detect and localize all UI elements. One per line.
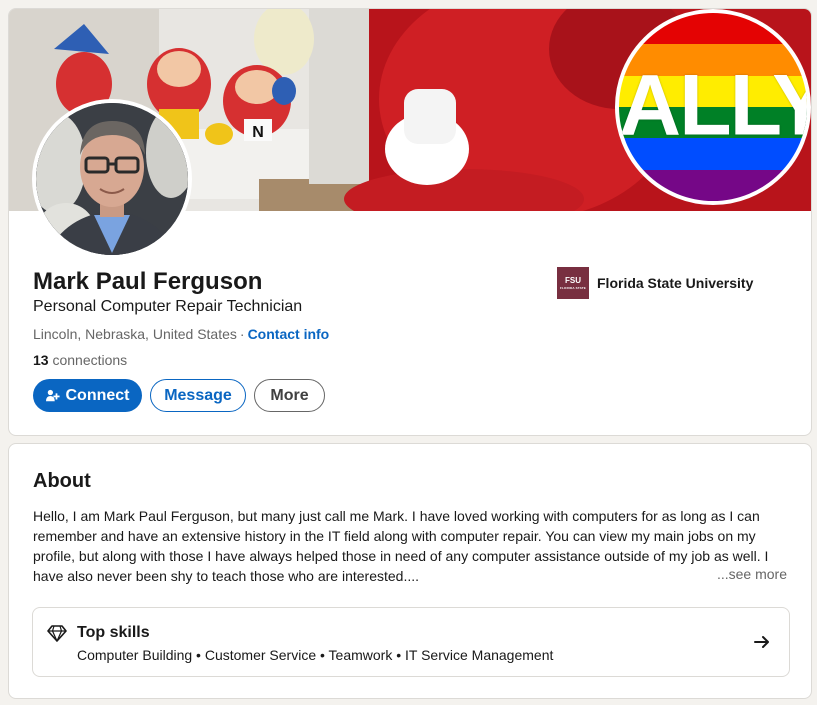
arrow-right-icon[interactable] bbox=[753, 633, 771, 651]
ally-badge: ALLY bbox=[615, 9, 811, 205]
avatar-photo bbox=[36, 103, 188, 255]
ally-stripe bbox=[619, 169, 807, 201]
about-heading: About bbox=[33, 470, 91, 492]
location-line: Lincoln, Nebraska, United States · Contact… bbox=[33, 326, 329, 342]
contact-info-link[interactable]: Contact info bbox=[248, 326, 330, 342]
fsu-logo-subtext: FLORIDA STATE bbox=[559, 285, 587, 290]
profile-card: N ALLY Mark Paul Ferguson Personal Compu… bbox=[8, 8, 812, 436]
noid-letter: N bbox=[252, 124, 264, 141]
top-skills-box[interactable]: Top skills Computer Building • Customer … bbox=[32, 607, 790, 677]
profile-avatar[interactable] bbox=[32, 99, 192, 259]
school-name: Florida State University bbox=[597, 275, 754, 291]
person-add-icon bbox=[45, 389, 60, 401]
connections-count: 13 bbox=[33, 352, 49, 368]
diamond-icon bbox=[47, 625, 67, 642]
location-separator: · bbox=[239, 326, 245, 342]
about-card: About Hello, I am Mark Paul Ferguson, bu… bbox=[8, 443, 812, 699]
ally-stripe bbox=[619, 13, 807, 45]
top-skills-list: Computer Building • Customer Service • T… bbox=[77, 647, 554, 663]
see-more-link[interactable]: ...see more bbox=[712, 566, 787, 582]
connect-label: Connect bbox=[65, 386, 130, 404]
top-skills-title: Top skills bbox=[77, 624, 150, 641]
about-text: Hello, I am Mark Paul Ferguson, but many… bbox=[33, 508, 769, 584]
message-label: Message bbox=[164, 386, 232, 404]
ally-badge-text: ALLY bbox=[619, 57, 811, 154]
profile-location: Lincoln, Nebraska, United States bbox=[33, 326, 237, 342]
education-link[interactable]: FSU FLORIDA STATE Florida State Universi… bbox=[557, 267, 753, 299]
more-label: More bbox=[270, 386, 309, 404]
fsu-logo-text: FSU bbox=[565, 275, 581, 285]
connect-button[interactable]: Connect bbox=[33, 379, 142, 412]
connections-link[interactable]: 13 connections bbox=[33, 352, 127, 368]
more-button[interactable]: More bbox=[254, 379, 325, 412]
connections-label: connections bbox=[48, 352, 128, 368]
profile-headline: Personal Computer Repair Technician bbox=[33, 298, 303, 315]
profile-name: Mark Paul Ferguson bbox=[33, 268, 263, 295]
fsu-logo: FSU FLORIDA STATE bbox=[557, 267, 589, 299]
message-button[interactable]: Message bbox=[150, 379, 246, 412]
